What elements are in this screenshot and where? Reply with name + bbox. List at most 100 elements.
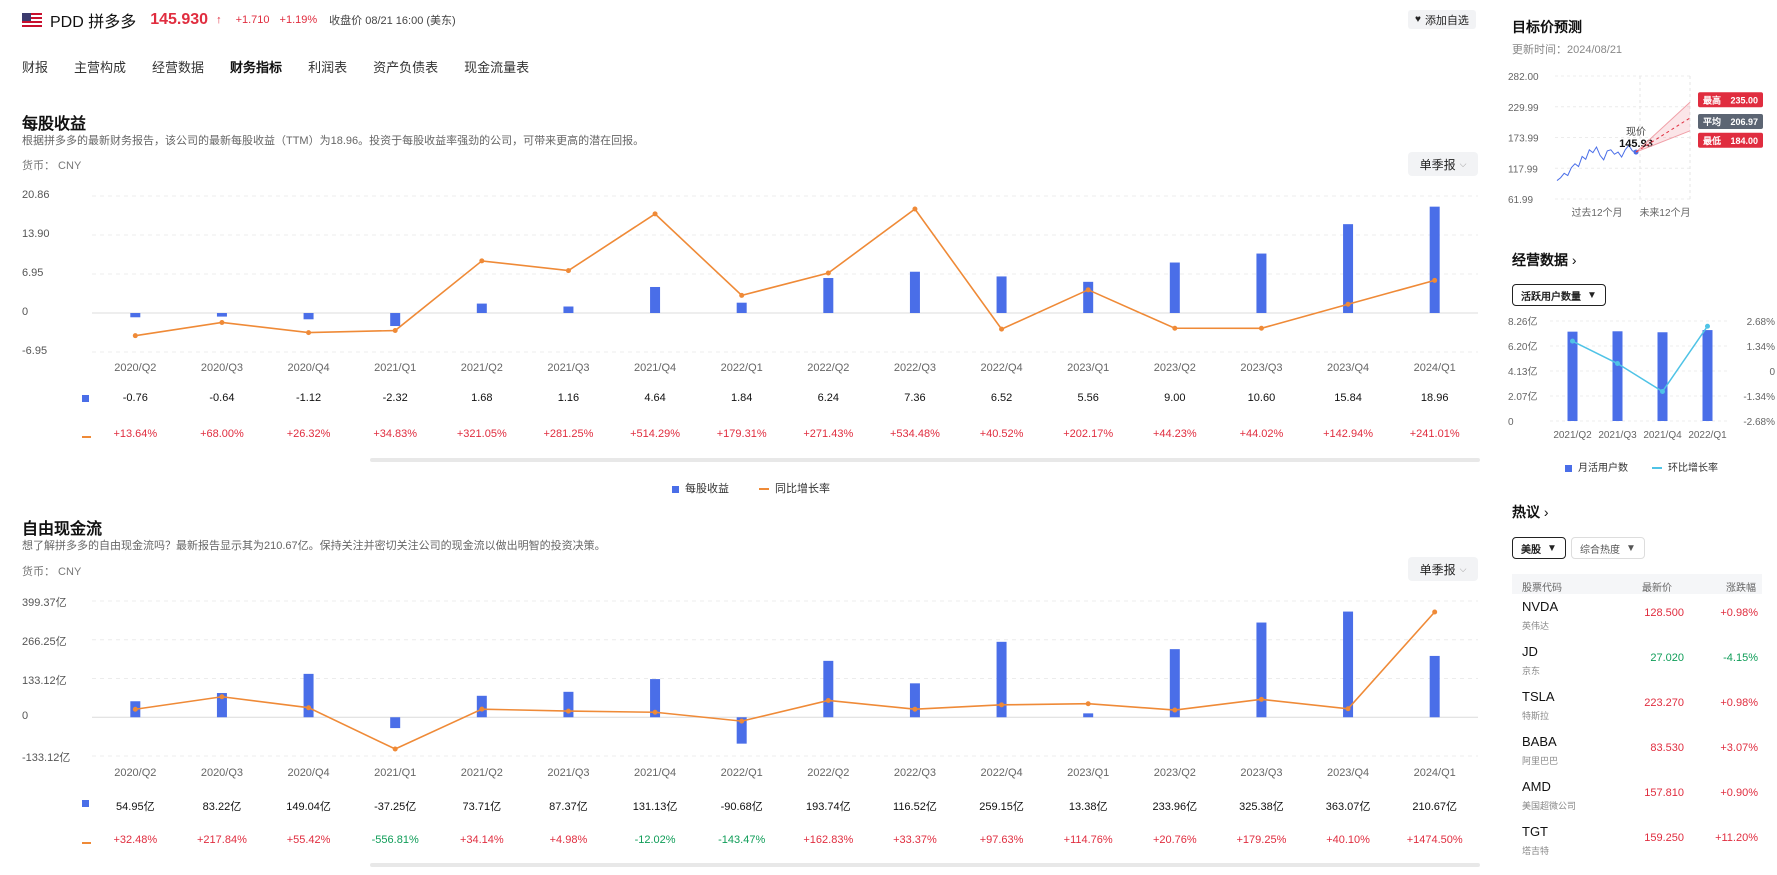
x-tick-label: 2021/Q2 (460, 767, 503, 779)
target-badge-label: 最低 (1703, 135, 1721, 146)
growth-point-2022/Q4 (999, 702, 1005, 708)
ops-y-right: -2.68% (1743, 417, 1775, 428)
growth-cell: +97.63% (979, 834, 1024, 846)
hot-row-amd[interactable]: AMD 美国超微公司 157.810 +0.90% (1512, 777, 1762, 821)
value-cell: 87.37亿 (549, 801, 588, 813)
market-filter-label: 美股 (1521, 544, 1541, 556)
ops-y-right: -1.34% (1743, 392, 1775, 403)
market-filter[interactable]: 美股 ▼ (1512, 537, 1566, 559)
target-y-tick: 117.99 (1508, 164, 1538, 175)
hot-symbol: TGT (1522, 824, 1548, 839)
value-cell: 116.52亿 (893, 801, 937, 813)
growth-point-2020/Q2 (132, 706, 138, 712)
ops-legend-line[interactable]: 环比增长率 (1652, 459, 1718, 474)
value-cell: 131.13亿 (632, 801, 678, 813)
fcf-scrollbar[interactable] (370, 863, 1480, 867)
bar-2022/Q2 (823, 660, 834, 718)
x-tick-label: 2022/Q3 (893, 767, 937, 779)
hot-change: +3.07% (1720, 742, 1758, 754)
growth-cell: +55.42% (286, 834, 331, 846)
value-cell: 13.38亿 (1068, 801, 1108, 813)
ops-bar-2022/Q1 (1702, 330, 1713, 421)
target-y-tick: 282.00 (1508, 72, 1539, 83)
price-history-line (1556, 144, 1637, 181)
bar-2023/Q1 (1083, 713, 1094, 718)
chevron-right-icon: › (1543, 504, 1549, 520)
value-cell: 73.71亿 (462, 801, 502, 813)
x-tick-label: 2020/Q4 (287, 767, 330, 779)
growth-cell: +4.98% (549, 834, 588, 846)
target-badge-label: 最高 (1703, 94, 1721, 105)
growth-cell: +179.25% (1236, 834, 1287, 846)
col-change: 涨跌幅 (1726, 583, 1756, 594)
hot-title[interactable]: 热议 › (1512, 502, 1549, 522)
ops-y-right: 0 (1769, 367, 1775, 378)
value-cell: 363.07亿 (1325, 801, 1371, 813)
hot-row-tgt[interactable]: TGT 塔吉特 159.250 +11.20% (1512, 822, 1762, 866)
target-y-tick: 61.99 (1508, 195, 1533, 206)
value-cell: 233.96亿 (1152, 801, 1198, 813)
hot-row-tsla[interactable]: TSLA 特斯拉 223.270 +0.98% (1512, 687, 1762, 731)
x-tick-label: 2022/Q2 (807, 767, 850, 779)
growth-point-2020/Q3 (219, 694, 225, 700)
ops-growth-point (1660, 389, 1665, 395)
growth-cell: +20.76% (1152, 834, 1197, 846)
x-tick-label: 2023/Q2 (1153, 767, 1196, 779)
hot-company-name: 阿里巴巴 (1522, 756, 1559, 766)
target-badge-value: 235.00 (1730, 95, 1758, 105)
value-cell: 149.04亿 (286, 801, 331, 813)
ops-x-label: 2021/Q2 (1553, 430, 1592, 441)
hot-symbol: BABA (1522, 734, 1557, 749)
bar-2021/Q2 (476, 695, 487, 718)
ops-y-left: 6.20亿 (1508, 340, 1537, 353)
growth-cell: +217.84% (197, 834, 247, 846)
ops-title[interactable]: 经营数据 › (1512, 250, 1577, 270)
hot-change: -4.15% (1723, 652, 1758, 664)
ops-legend-bar[interactable]: 月活用户数 (1565, 459, 1628, 474)
target-x-label: 未来12个月 (1639, 207, 1690, 219)
caret-down-icon: ▼ (1587, 289, 1597, 301)
target-badge-label: 平均 (1703, 116, 1721, 127)
x-tick-label: 2023/Q4 (1326, 767, 1370, 779)
ops-legend: 月活用户数 环比增长率 (1565, 459, 1718, 474)
x-tick-label: 2021/Q4 (633, 767, 677, 779)
fcf-chart (92, 600, 1478, 757)
target-y-tick: 229.99 (1508, 103, 1539, 114)
value-cell: 259.15亿 (979, 801, 1024, 813)
growth-point-2024/Q1 (1432, 609, 1438, 615)
value-cell: -90.68亿 (720, 801, 763, 813)
hot-company-name: 美国超微公司 (1522, 801, 1577, 811)
hot-change: +0.98% (1720, 697, 1758, 709)
ops-growth-line (1572, 325, 1709, 393)
target-chart: 282.00229.99173.99117.9961.99现价145.93最高 2… (1508, 72, 1763, 219)
ops-x-label: 2022/Q1 (1688, 430, 1727, 441)
hot-symbol: JD (1522, 644, 1538, 659)
growth-cell: +34.14% (459, 834, 504, 846)
target-x-label: 过去12个月 (1571, 206, 1622, 219)
hot-company-name: 特斯拉 (1522, 711, 1550, 721)
sort-filter[interactable]: 综合热度 ▼ (1571, 537, 1645, 559)
target-badge-value: 206.97 (1730, 117, 1758, 127)
hot-price: 159.250 (1644, 832, 1684, 844)
x-tick-label: 2021/Q3 (547, 767, 590, 779)
hot-row-jd[interactable]: JD 京东 27.020 -4.15% (1512, 642, 1762, 686)
fcf-row-bar-marker (82, 800, 89, 807)
current-price-caption: 现价 (1626, 126, 1646, 138)
ops-metric-dropdown[interactable]: 活跃用户数量 ▼ (1512, 284, 1606, 306)
hot-change: +11.20% (1715, 832, 1758, 844)
growth-cell: +33.37% (893, 834, 937, 846)
bar-2023/Q4 (1343, 611, 1354, 718)
bar-2020/Q4 (303, 673, 314, 718)
x-tick-label: 2020/Q2 (114, 767, 157, 779)
growth-line (135, 611, 1436, 750)
value-cell: 210.67亿 (1412, 801, 1458, 813)
bar-2023/Q2 (1169, 649, 1180, 718)
bar-2024/Q1 (1429, 655, 1440, 718)
hot-row-baba[interactable]: BABA 阿里巴巴 83.530 +3.07% (1512, 732, 1762, 776)
ops-y-right: 2.68% (1747, 317, 1775, 328)
col-code: 股票代码 (1522, 583, 1562, 594)
x-tick-label: 2023/Q3 (1240, 767, 1283, 779)
hot-table-header: 股票代码 最新价 涨跌幅 (1512, 574, 1762, 594)
hot-row-nvda[interactable]: NVDA 英伟达 128.500 +0.98% (1512, 597, 1762, 641)
ops-bar-2021/Q3 (1612, 331, 1623, 421)
